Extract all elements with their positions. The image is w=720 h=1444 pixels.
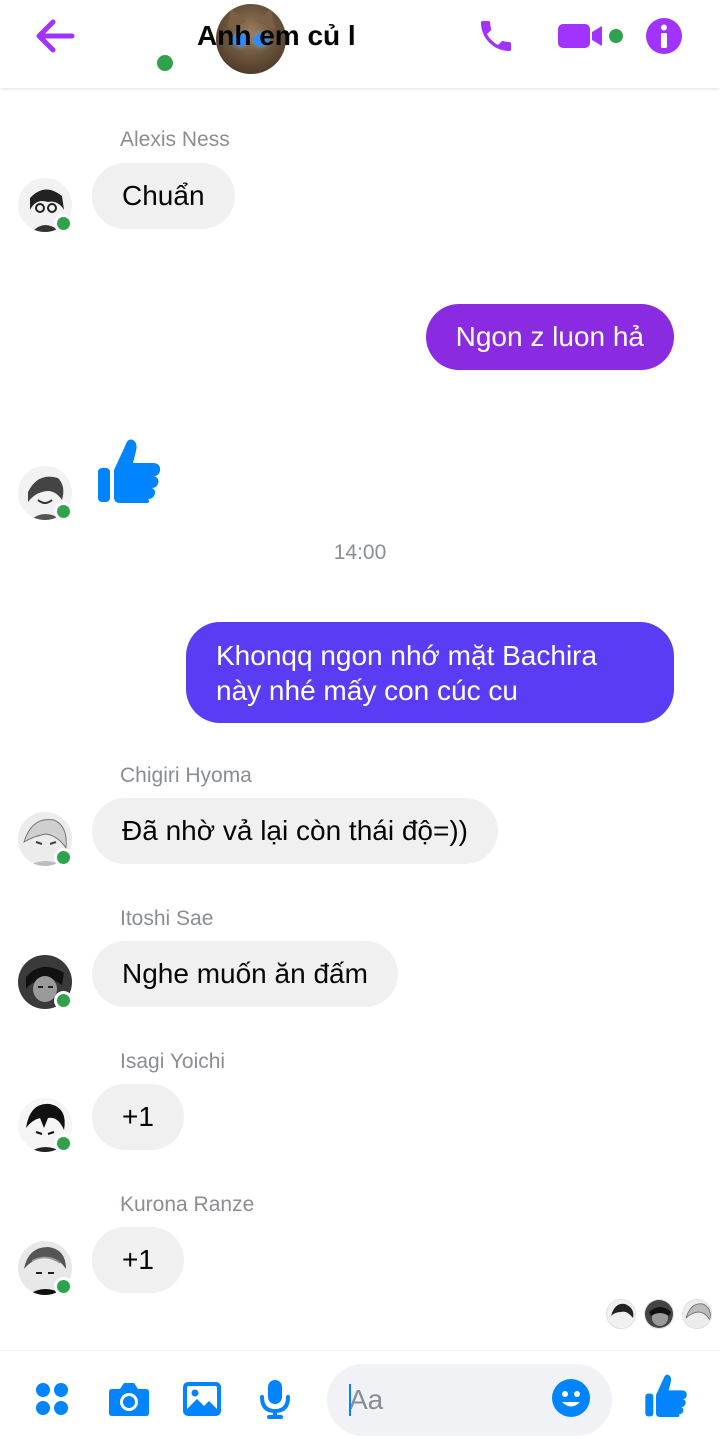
sender-name: Itoshi Sae xyxy=(120,907,214,930)
camera-icon xyxy=(109,1383,149,1416)
send-like-button[interactable] xyxy=(642,1371,690,1419)
online-status-dot xyxy=(54,502,73,521)
avatar[interactable] xyxy=(18,466,73,521)
video-call-button[interactable] xyxy=(556,14,628,58)
online-status-dot xyxy=(54,1277,73,1296)
message-bubble-outgoing[interactable]: Ngon z luon hả xyxy=(425,304,674,370)
message-bubble-incoming[interactable]: Đã nhờ vả lại còn thái độ=)) xyxy=(92,798,498,864)
conversation-title[interactable]: Anh em củ l xyxy=(197,20,356,52)
emoji-icon xyxy=(552,1379,590,1417)
seen-avatar xyxy=(644,1299,674,1329)
message-input[interactable] xyxy=(349,1364,549,1436)
message-bubble-incoming[interactable]: +1 xyxy=(92,1084,184,1150)
text-caret xyxy=(349,1384,351,1416)
online-status-dot xyxy=(54,1134,73,1153)
message-bubble-outgoing[interactable]: Khonqq ngon nhớ mặt Bachira này nhé mấy … xyxy=(186,622,674,723)
info-icon xyxy=(646,18,682,54)
avatar[interactable] xyxy=(18,1098,73,1153)
thumbs-up-icon xyxy=(98,439,161,503)
like-sticker[interactable] xyxy=(96,436,162,509)
more-actions-button[interactable] xyxy=(28,1375,76,1423)
avatar[interactable] xyxy=(18,955,73,1010)
seen-avatar xyxy=(606,1299,636,1329)
online-status-dot xyxy=(54,848,73,867)
timestamp: 14:00 xyxy=(333,541,387,564)
chat-header: Anh em củ l xyxy=(0,0,720,88)
thumbs-up-icon xyxy=(645,1374,687,1417)
sender-name: Chigiri Hyoma xyxy=(120,764,252,787)
video-camera-icon xyxy=(558,24,623,48)
arrow-left-icon xyxy=(36,19,75,53)
group-avatar[interactable] xyxy=(108,2,286,78)
phone-icon xyxy=(481,21,511,51)
message-bubble-incoming[interactable]: +1 xyxy=(92,1227,184,1293)
online-status-dot xyxy=(54,214,73,233)
apps-grid-icon xyxy=(36,1383,68,1415)
voice-call-button[interactable] xyxy=(474,14,518,58)
sender-name: Kurona Ranze xyxy=(120,1193,255,1216)
avatar[interactable] xyxy=(18,812,73,867)
message-bubble-incoming[interactable]: Chuẩn xyxy=(92,163,235,229)
message-bubble-incoming[interactable]: Nghe muốn ăn đấm xyxy=(92,941,398,1007)
composer-bar xyxy=(0,1350,720,1444)
avatar[interactable] xyxy=(18,178,73,233)
microphone-icon xyxy=(260,1380,290,1419)
online-status-dot xyxy=(54,991,73,1010)
online-status-dot xyxy=(154,52,176,74)
emoji-button[interactable] xyxy=(551,1378,595,1422)
seen-avatar xyxy=(682,1299,712,1329)
sender-name: Alexis Ness xyxy=(120,128,230,151)
conversation-info-button[interactable] xyxy=(644,14,684,58)
gallery-button[interactable] xyxy=(178,1375,226,1423)
back-button[interactable] xyxy=(30,16,80,56)
voice-message-button[interactable] xyxy=(251,1375,299,1423)
camera-button[interactable] xyxy=(105,1375,153,1423)
sender-name: Isagi Yoichi xyxy=(120,1050,226,1073)
message-composer xyxy=(327,1364,612,1436)
image-icon xyxy=(183,1382,221,1416)
avatar[interactable] xyxy=(18,1241,73,1296)
